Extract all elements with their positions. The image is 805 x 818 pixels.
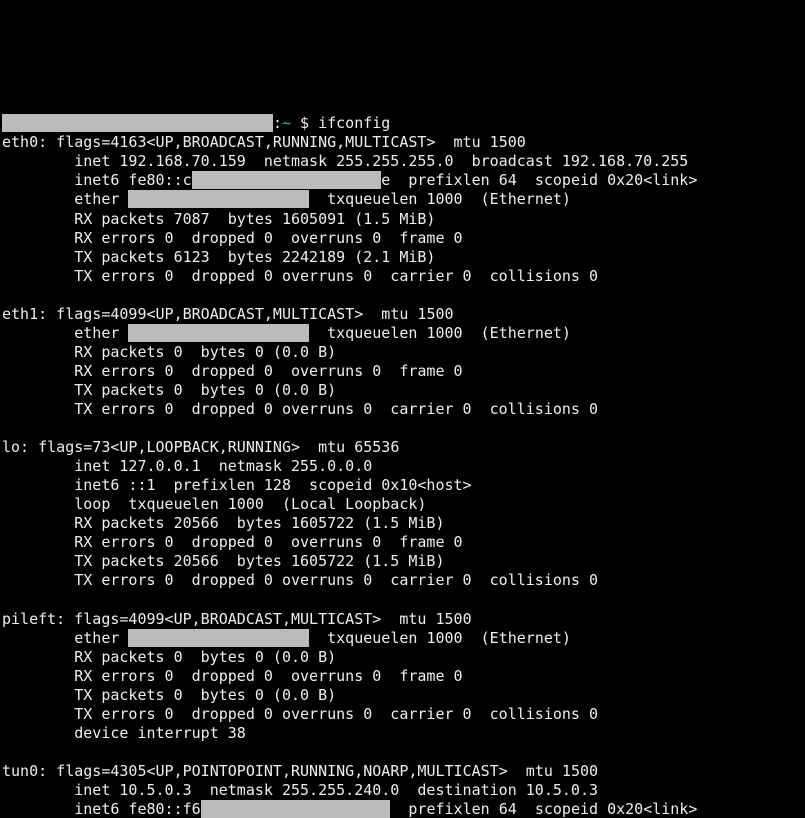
- iface-line: RX errors 0 dropped 0 overruns 0 frame 0: [2, 362, 803, 381]
- iface-line: RX packets 0 bytes 0 (0.0 B): [2, 343, 803, 362]
- prompt-cwd: ~: [282, 114, 291, 132]
- iface-header: tun0: flags=4305<UP,POINTOPOINT,RUNNING,…: [2, 762, 803, 781]
- iface-line: RX packets 7087 bytes 1605091 (1.5 MiB): [2, 210, 803, 229]
- iface-line: TX errors 0 dropped 0 overruns 0 carrier…: [2, 571, 803, 590]
- iface-line: inet 127.0.0.1 netmask 255.0.0.0: [2, 457, 803, 476]
- iface-line: ether txqueuelen 1000 (Ethernet): [2, 629, 803, 648]
- iface-line: inet6 ::1 prefixlen 128 scopeid 0x10<hos…: [2, 476, 803, 495]
- iface-line: TX packets 0 bytes 0 (0.0 B): [2, 381, 803, 400]
- iface-line: RX errors 0 dropped 0 overruns 0 frame 0: [2, 533, 803, 552]
- iface-header: eth0: flags=4163<UP,BROADCAST,RUNNING,MU…: [2, 133, 803, 152]
- iface-line: ether txqueuelen 1000 (Ethernet): [2, 324, 803, 343]
- blank-line: [2, 590, 803, 609]
- ifconfig-output: eth0: flags=4163<UP,BROADCAST,RUNNING,MU…: [2, 133, 803, 818]
- iface-header: lo: flags=73<UP,LOOPBACK,RUNNING> mtu 65…: [2, 438, 803, 457]
- blank-line: [2, 419, 803, 438]
- iface-line: RX packets 20566 bytes 1605722 (1.5 MiB): [2, 514, 803, 533]
- iface-line: inet 10.5.0.3 netmask 255.255.240.0 dest…: [2, 781, 803, 800]
- iface-line: TX errors 0 dropped 0 overruns 0 carrier…: [2, 400, 803, 419]
- blank-line: [2, 743, 803, 762]
- iface-line: loop txqueuelen 1000 (Local Loopback): [2, 495, 803, 514]
- iface-line: TX packets 0 bytes 0 (0.0 B): [2, 686, 803, 705]
- iface-line: RX packets 0 bytes 0 (0.0 B): [2, 648, 803, 667]
- iface-header: pileft: flags=4099<UP,BROADCAST,MULTICAS…: [2, 610, 803, 629]
- blank-line: [2, 286, 803, 305]
- iface-line: TX errors 0 dropped 0 overruns 0 carrier…: [2, 267, 803, 286]
- redacted-value: [192, 171, 382, 189]
- iface-line: RX errors 0 dropped 0 overruns 0 frame 0: [2, 229, 803, 248]
- iface-line: TX packets 6123 bytes 2242189 (2.1 MiB): [2, 248, 803, 267]
- iface-line: inet 192.168.70.159 netmask 255.255.255.…: [2, 152, 803, 171]
- prompt-sep: :: [273, 114, 282, 132]
- command-text: ifconfig: [318, 114, 390, 132]
- redacted-value: [128, 190, 309, 208]
- iface-line: inet6 fe80::f6 prefixlen 64 scopeid 0x20…: [2, 800, 803, 818]
- redacted-value: [201, 800, 391, 818]
- redacted-value: [128, 324, 309, 342]
- prompt-dollar: $: [300, 114, 309, 132]
- iface-line: RX errors 0 dropped 0 overruns 0 frame 0: [2, 667, 803, 686]
- iface-line: inet6 fe80::c e prefixlen 64 scopeid 0x2…: [2, 171, 803, 190]
- prompt-line[interactable]: :~ $ ifconfig: [2, 114, 803, 133]
- terminal-output: { "prompt": { "host_redacted": " ", "sep…: [0, 38, 805, 818]
- redacted-value: [128, 629, 309, 647]
- hostname-redacted: [2, 114, 273, 132]
- iface-line: TX errors 0 dropped 0 overruns 0 carrier…: [2, 705, 803, 724]
- iface-line: ether txqueuelen 1000 (Ethernet): [2, 190, 803, 209]
- iface-line: TX packets 20566 bytes 1605722 (1.5 MiB): [2, 552, 803, 571]
- iface-header: eth1: flags=4099<UP,BROADCAST,MULTICAST>…: [2, 305, 803, 324]
- iface-line: device interrupt 38: [2, 724, 803, 743]
